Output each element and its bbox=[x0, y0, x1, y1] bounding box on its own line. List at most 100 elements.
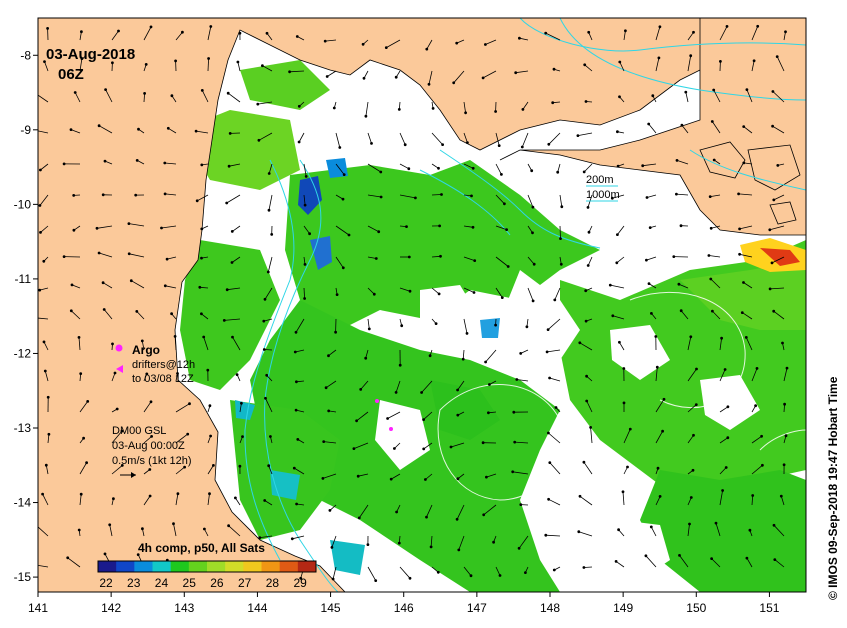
current-vector-head bbox=[726, 436, 730, 440]
current-vector bbox=[431, 194, 442, 196]
current-vector-head bbox=[163, 161, 167, 165]
current-vector-head bbox=[233, 496, 237, 500]
current-vector-head bbox=[425, 515, 428, 519]
current-vector-head bbox=[582, 460, 586, 464]
current-vector-head bbox=[755, 366, 759, 370]
current-vector-head bbox=[515, 378, 519, 381]
current-vector-head bbox=[708, 195, 712, 199]
current-vector-head bbox=[108, 523, 112, 527]
current-vector-head bbox=[290, 537, 294, 541]
current-vector-head bbox=[394, 75, 398, 79]
current-vector-head bbox=[712, 158, 716, 162]
colorbar-swatch bbox=[134, 561, 153, 572]
colorbar-label: 24 bbox=[155, 576, 169, 590]
sea-surface-temperature-map: 141 142 143 144 145 146 147 148 149 150 151 -8 -9 -1… bbox=[14, 17, 807, 615]
argo-float-icon bbox=[389, 427, 393, 431]
current-vector-head bbox=[42, 259, 46, 263]
current-vector-head bbox=[398, 363, 402, 367]
current-vector-head bbox=[455, 41, 459, 45]
current-vector-head bbox=[560, 205, 564, 209]
current-vector-head bbox=[356, 474, 360, 478]
current-vector-head bbox=[520, 145, 524, 149]
current-vector-head bbox=[582, 566, 586, 569]
map-time: 06Z bbox=[58, 66, 84, 83]
x-tick-label: 148 bbox=[540, 601, 560, 615]
current-vector-head bbox=[257, 138, 261, 142]
current-vector-head bbox=[553, 298, 557, 302]
x-tick-label: 147 bbox=[467, 601, 487, 615]
current-vector-head bbox=[449, 445, 453, 449]
current-vector-head bbox=[661, 429, 664, 433]
current-vector-head bbox=[519, 351, 523, 355]
current-vector-head bbox=[101, 193, 105, 197]
current-vector-head bbox=[140, 339, 144, 343]
current-vector-head bbox=[228, 131, 232, 135]
current-vector-head bbox=[202, 527, 206, 531]
y-tick-label: -15 bbox=[14, 570, 32, 584]
current-vector-head bbox=[308, 232, 312, 236]
credit-text: © IMOS 09-Sep-2018 19:47 Hobart Time bbox=[826, 376, 840, 600]
current-vector-head bbox=[494, 110, 498, 113]
current-vector-head bbox=[544, 31, 548, 35]
current-vector-head bbox=[464, 111, 468, 115]
current-vector-head bbox=[394, 390, 398, 394]
current-vector-head bbox=[618, 60, 622, 64]
current-vector-head bbox=[294, 380, 298, 384]
colorbar-label: 25 bbox=[183, 576, 197, 590]
current-vector-head bbox=[768, 287, 772, 291]
current-vector-head bbox=[367, 327, 371, 331]
argo-float-icon bbox=[375, 399, 379, 403]
current-vector-head bbox=[41, 492, 44, 496]
current-vector-head bbox=[331, 577, 335, 581]
current-vector-head bbox=[44, 463, 48, 467]
current-vector-head bbox=[771, 90, 775, 93]
current-vector-head bbox=[407, 255, 411, 259]
current-vector-head bbox=[226, 91, 230, 95]
current-vector-head bbox=[622, 401, 626, 405]
current-vector-head bbox=[436, 570, 440, 574]
x-tick-label: 142 bbox=[101, 601, 121, 615]
current-vector-head bbox=[236, 60, 240, 64]
current-vector-head bbox=[719, 60, 722, 63]
current-vector-head bbox=[624, 29, 627, 33]
current-vector-head bbox=[127, 252, 131, 256]
current-vector-head bbox=[239, 401, 243, 405]
current-vector-head bbox=[195, 199, 199, 203]
current-vector-head bbox=[408, 289, 412, 293]
argo-line2: to 03/08 12Z bbox=[132, 373, 194, 385]
colorbar-swatch bbox=[243, 561, 262, 572]
current-vector-head bbox=[437, 166, 440, 170]
colorbar-label: 26 bbox=[210, 576, 224, 590]
current-vector-head bbox=[784, 30, 787, 34]
current-vector-head bbox=[465, 331, 469, 335]
current-vector-head bbox=[235, 373, 239, 377]
current-vector-head bbox=[511, 470, 515, 474]
current-vector-head bbox=[506, 265, 510, 268]
current-vector-head bbox=[366, 543, 370, 546]
current-vector-head bbox=[80, 30, 83, 34]
current-vector-head bbox=[400, 324, 404, 328]
current-vector-head bbox=[209, 25, 213, 28]
current-vector-head bbox=[781, 341, 784, 345]
current-vector-head bbox=[303, 262, 307, 266]
current-vector-head bbox=[425, 47, 429, 51]
current-vector-head bbox=[431, 107, 435, 110]
current-vector-head bbox=[544, 533, 548, 537]
colorbar-swatch bbox=[261, 561, 281, 572]
current-vector-head bbox=[576, 134, 580, 138]
current-vector-head bbox=[97, 251, 101, 255]
colorbar-swatch bbox=[225, 561, 244, 572]
current-vector-head bbox=[465, 141, 469, 145]
current-vector-head bbox=[38, 204, 42, 207]
current-vector-head bbox=[293, 350, 297, 354]
current-vector-head bbox=[85, 461, 88, 465]
current-vector-head bbox=[587, 30, 591, 34]
current-vector-head bbox=[672, 255, 676, 259]
current-vector-head bbox=[72, 228, 76, 232]
current-vector-head bbox=[95, 226, 99, 230]
current-vector-head bbox=[422, 418, 426, 422]
current-vector-head bbox=[173, 334, 177, 338]
current-vector-head bbox=[498, 574, 502, 577]
current-vector-head bbox=[524, 571, 527, 574]
current-vector-head bbox=[225, 288, 229, 292]
